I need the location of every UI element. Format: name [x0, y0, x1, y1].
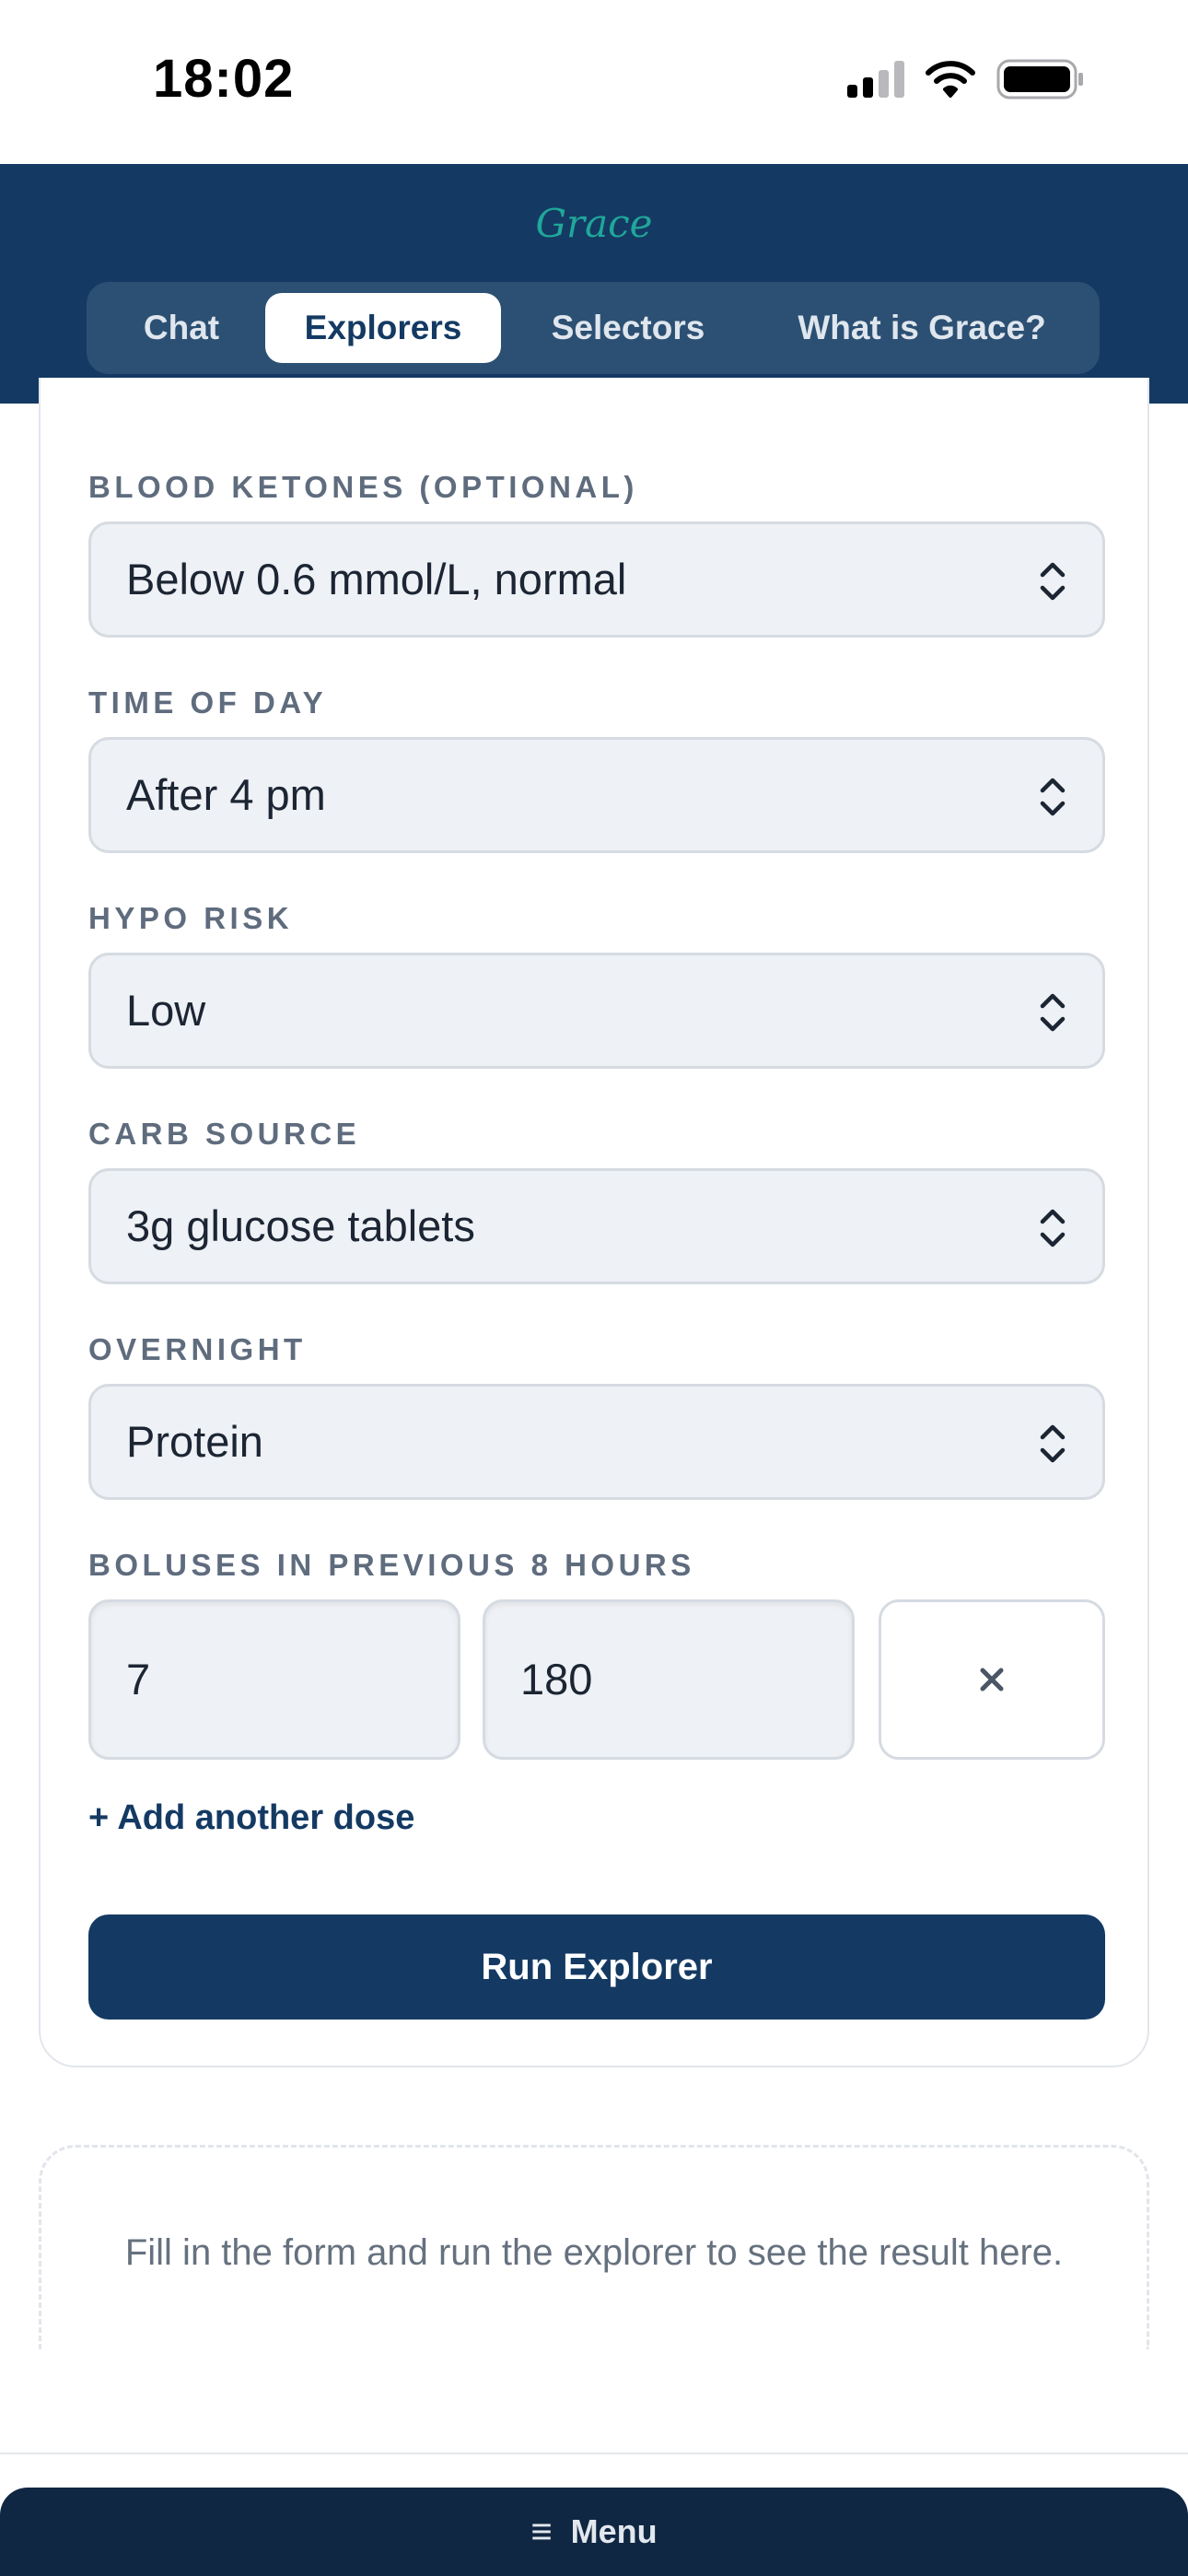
- carb-source-select[interactable]: 3g glucose tablets: [88, 1168, 1105, 1284]
- menu-label: Menu: [570, 2512, 658, 2550]
- chevron-up-down-icon: [1040, 1209, 1066, 1247]
- select-value: Low: [126, 986, 206, 1035]
- field-label-hypo-risk: HYPO RISK: [88, 901, 294, 935]
- tab-what-is-grace[interactable]: What is Grace?: [755, 293, 1089, 363]
- chevron-up-down-icon: [1040, 562, 1066, 601]
- status-time: 18:02: [153, 49, 295, 109]
- select-value: Below 0.6 mmol/L, normal: [126, 555, 627, 603]
- wifi-icon: [926, 61, 975, 98]
- select-value: Protein: [126, 1417, 263, 1466]
- result-placeholder: Fill in the form and run the explorer to…: [39, 2145, 1149, 2349]
- select-value: After 4 pm: [126, 770, 326, 819]
- battery-icon: [996, 59, 1083, 100]
- close-icon: [980, 1668, 1004, 1692]
- field-label-carb-source: CARB SOURCE: [88, 1117, 361, 1151]
- bolus-minutes-input[interactable]: 180: [483, 1599, 855, 1760]
- status-bar: 18:02: [0, 0, 1188, 164]
- remove-dose-button[interactable]: [879, 1599, 1105, 1760]
- chevron-up-down-icon: [1040, 778, 1066, 816]
- menu-button[interactable]: ≡ Menu: [0, 2488, 1188, 2576]
- run-explorer-button[interactable]: Run Explorer: [88, 1914, 1105, 2020]
- app-header: Grace Chat Explorers Selectors What is G…: [0, 164, 1188, 404]
- explorer-form: BLOOD KETONES (OPTIONAL) Below 0.6 mmol/…: [39, 378, 1149, 2067]
- field-label-overnight: OVERNIGHT: [88, 1332, 307, 1366]
- chevron-up-down-icon: [1040, 1424, 1066, 1463]
- bolus-minutes-value: 180: [520, 1655, 593, 1704]
- divider: [0, 2453, 1188, 2454]
- bolus-amount-value: 7: [126, 1655, 151, 1704]
- brand-logo[interactable]: Grace: [0, 201, 1188, 246]
- blood-ketones-select[interactable]: Below 0.6 mmol/L, normal: [88, 521, 1105, 638]
- select-value: 3g glucose tablets: [126, 1201, 475, 1250]
- hypo-risk-select[interactable]: Low: [88, 953, 1105, 1069]
- time-of-day-select[interactable]: After 4 pm: [88, 737, 1105, 853]
- tab-chat[interactable]: Chat: [98, 293, 265, 363]
- field-label-boluses: BOLUSES IN PREVIOUS 8 HOURS: [88, 1548, 695, 1582]
- add-dose-link[interactable]: + Add another dose: [88, 1798, 414, 1838]
- result-placeholder-text: Fill in the form and run the explorer to…: [124, 2232, 1064, 2273]
- nav-tabs: Chat Explorers Selectors What is Grace?: [87, 282, 1100, 374]
- field-label-blood-ketones: BLOOD KETONES (OPTIONAL): [88, 470, 638, 504]
- overnight-select[interactable]: Protein: [88, 1384, 1105, 1500]
- chevron-up-down-icon: [1040, 993, 1066, 1032]
- cellular-signal-icon: [847, 61, 904, 98]
- tab-selectors[interactable]: Selectors: [501, 293, 755, 363]
- field-label-time-of-day: TIME OF DAY: [88, 685, 328, 720]
- status-icons: [847, 57, 1085, 101]
- tab-explorers[interactable]: Explorers: [265, 293, 501, 363]
- bolus-amount-input[interactable]: 7: [88, 1599, 460, 1760]
- hamburger-icon: ≡: [530, 2511, 553, 2552]
